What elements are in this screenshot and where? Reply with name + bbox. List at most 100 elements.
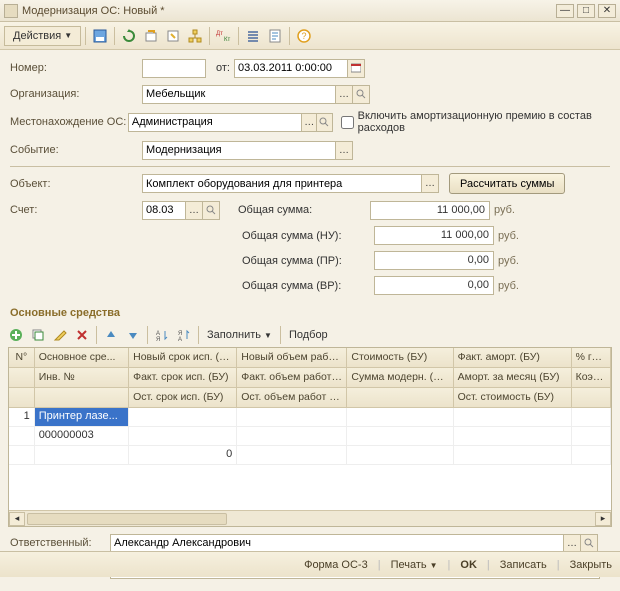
main-toolbar: Действия ▼ ДтКт ? — [0, 22, 620, 50]
responsible-choose-icon[interactable]: … — [563, 534, 581, 553]
add-row-icon[interactable] — [6, 325, 26, 345]
org-label: Организация: — [10, 88, 142, 100]
form-os3-button[interactable]: Форма ОС-3 — [304, 559, 368, 571]
basis-icon[interactable] — [163, 26, 183, 46]
event-input[interactable] — [142, 141, 336, 160]
table-row[interactable]: 000000003 — [9, 427, 611, 446]
th-coef[interactable]: Коэф. ц — [572, 368, 611, 387]
report-icon[interactable] — [265, 26, 285, 46]
maximize-button[interactable]: □ — [577, 4, 595, 18]
divider — [10, 166, 610, 167]
responsible-label: Ответственный: — [10, 537, 110, 549]
dt-kt-icon[interactable]: ДтКт — [214, 26, 234, 46]
sum-value[interactable]: 11 000,00 — [370, 201, 490, 220]
responsible-search-icon[interactable] — [580, 534, 598, 553]
th-pct[interactable]: % год. а — [572, 348, 611, 367]
ok-button[interactable]: OK — [460, 559, 477, 571]
refresh-icon[interactable] — [119, 26, 139, 46]
number-input[interactable] — [142, 59, 206, 78]
location-input[interactable] — [128, 113, 302, 132]
section-title: Основные средства — [10, 307, 620, 319]
premium-checkbox-row[interactable]: Включить амортизационную премию в состав… — [341, 110, 610, 134]
help-icon[interactable]: ? — [294, 26, 314, 46]
separator — [85, 27, 86, 45]
th-fact-term[interactable]: Факт. срок исп. (БУ) — [129, 368, 237, 387]
org-search-icon[interactable] — [352, 85, 370, 104]
account-choose-icon[interactable]: … — [185, 201, 203, 220]
sum-nu-value[interactable]: 11 000,00 — [374, 226, 494, 245]
object-input[interactable] — [142, 174, 422, 193]
calendar-icon[interactable] — [347, 59, 365, 78]
minimize-button[interactable]: — — [556, 4, 574, 18]
org-input[interactable] — [142, 85, 336, 104]
th-rest-cost[interactable]: Ост. стоимость (БУ) — [454, 388, 572, 407]
th-inv[interactable]: Инв. № — [35, 368, 129, 387]
list-icon[interactable] — [243, 26, 263, 46]
separator — [238, 27, 239, 45]
scroll-right-icon[interactable]: ▸ — [595, 512, 611, 526]
location-search-icon[interactable] — [316, 113, 332, 132]
cell-asset[interactable]: Принтер лазе... — [35, 408, 129, 426]
th-new-vol[interactable]: Новый объем работ... — [237, 348, 347, 367]
sum-vr-value[interactable]: 0,00 — [374, 276, 494, 295]
copy-row-icon[interactable] — [28, 325, 48, 345]
horizontal-scrollbar[interactable]: ◂ ▸ — [9, 510, 611, 526]
th-cost[interactable]: Стоимость (БУ) — [347, 348, 453, 367]
rub-label: руб. — [498, 230, 519, 242]
from-label: от: — [206, 62, 234, 74]
print-button[interactable]: Печать▼ — [391, 559, 438, 571]
location-choose-icon[interactable]: … — [301, 113, 317, 132]
org-choose-icon[interactable]: … — [335, 85, 353, 104]
close-footer-button[interactable]: Закрыть — [570, 559, 612, 571]
scroll-left-icon[interactable]: ◂ — [9, 512, 25, 526]
th-asset[interactable]: Основное сре... — [35, 348, 129, 367]
svg-text:Кт: Кт — [224, 37, 230, 43]
th-sum-mod[interactable]: Сумма модерн. (БУ) — [347, 368, 453, 387]
close-button[interactable]: ✕ — [598, 4, 616, 18]
sum-label: Общая сумма: — [238, 204, 370, 216]
responsible-input[interactable] — [110, 534, 564, 553]
table-row[interactable]: 0 — [9, 446, 611, 465]
sum-pr-value[interactable]: 0,00 — [374, 251, 494, 270]
th-new-term[interactable]: Новый срок исп. (БУ) — [129, 348, 237, 367]
save-icon[interactable] — [90, 26, 110, 46]
object-choose-icon[interactable]: … — [421, 174, 439, 193]
actions-menu[interactable]: Действия ▼ — [4, 26, 81, 46]
sort-desc-icon[interactable]: ЯA — [174, 325, 194, 345]
move-down-icon[interactable] — [123, 325, 143, 345]
table-header-3: Ост. срок исп. (БУ) Ост. объем работ (Б.… — [9, 388, 611, 408]
account-input[interactable] — [142, 201, 186, 220]
fill-link[interactable]: Заполнить▼ — [203, 329, 276, 341]
account-search-icon[interactable] — [202, 201, 220, 220]
post-icon[interactable] — [141, 26, 161, 46]
chevron-down-icon: ▼ — [430, 561, 438, 570]
title-bar: Модернизация ОС: Новый * — □ ✕ — [0, 0, 620, 22]
table-header-1: N° Основное сре... Новый срок исп. (БУ) … — [9, 348, 611, 368]
cell-inv[interactable]: 000000003 — [35, 427, 129, 445]
calculate-button[interactable]: Рассчитать суммы — [449, 173, 565, 194]
th-amort-month[interactable]: Аморт. за месяц (БУ) — [454, 368, 572, 387]
date-input[interactable] — [234, 59, 348, 78]
th-fact-amort[interactable]: Факт. аморт. (БУ) — [454, 348, 572, 367]
th-number[interactable]: N° — [9, 348, 35, 367]
sort-asc-icon[interactable]: AЯ — [152, 325, 172, 345]
select-link[interactable]: Подбор — [285, 329, 332, 341]
separator — [209, 27, 210, 45]
move-up-icon[interactable] — [101, 325, 121, 345]
table-toolbar: AЯ ЯA Заполнить▼ Подбор — [0, 323, 620, 347]
th-rest-term[interactable]: Ост. срок исп. (БУ) — [129, 388, 237, 407]
delete-row-icon[interactable] — [72, 325, 92, 345]
actions-label: Действия — [13, 30, 61, 42]
cell-rest-term[interactable]: 0 — [129, 446, 237, 464]
table-row[interactable]: 1 Принтер лазе... — [9, 408, 611, 427]
th-rest-vol[interactable]: Ост. объем работ (Б... — [237, 388, 347, 407]
save-button[interactable]: Записать — [500, 559, 547, 571]
scroll-thumb[interactable] — [27, 513, 227, 525]
structure-icon[interactable] — [185, 26, 205, 46]
window-title: Модернизация ОС: Новый * — [22, 5, 553, 17]
event-choose-icon[interactable]: … — [335, 141, 353, 160]
edit-row-icon[interactable] — [50, 325, 70, 345]
th-fact-vol[interactable]: Факт. объем работ ... — [237, 368, 347, 387]
sum-pr-label: Общая сумма (ПР): — [242, 255, 374, 267]
premium-checkbox[interactable] — [341, 116, 354, 129]
